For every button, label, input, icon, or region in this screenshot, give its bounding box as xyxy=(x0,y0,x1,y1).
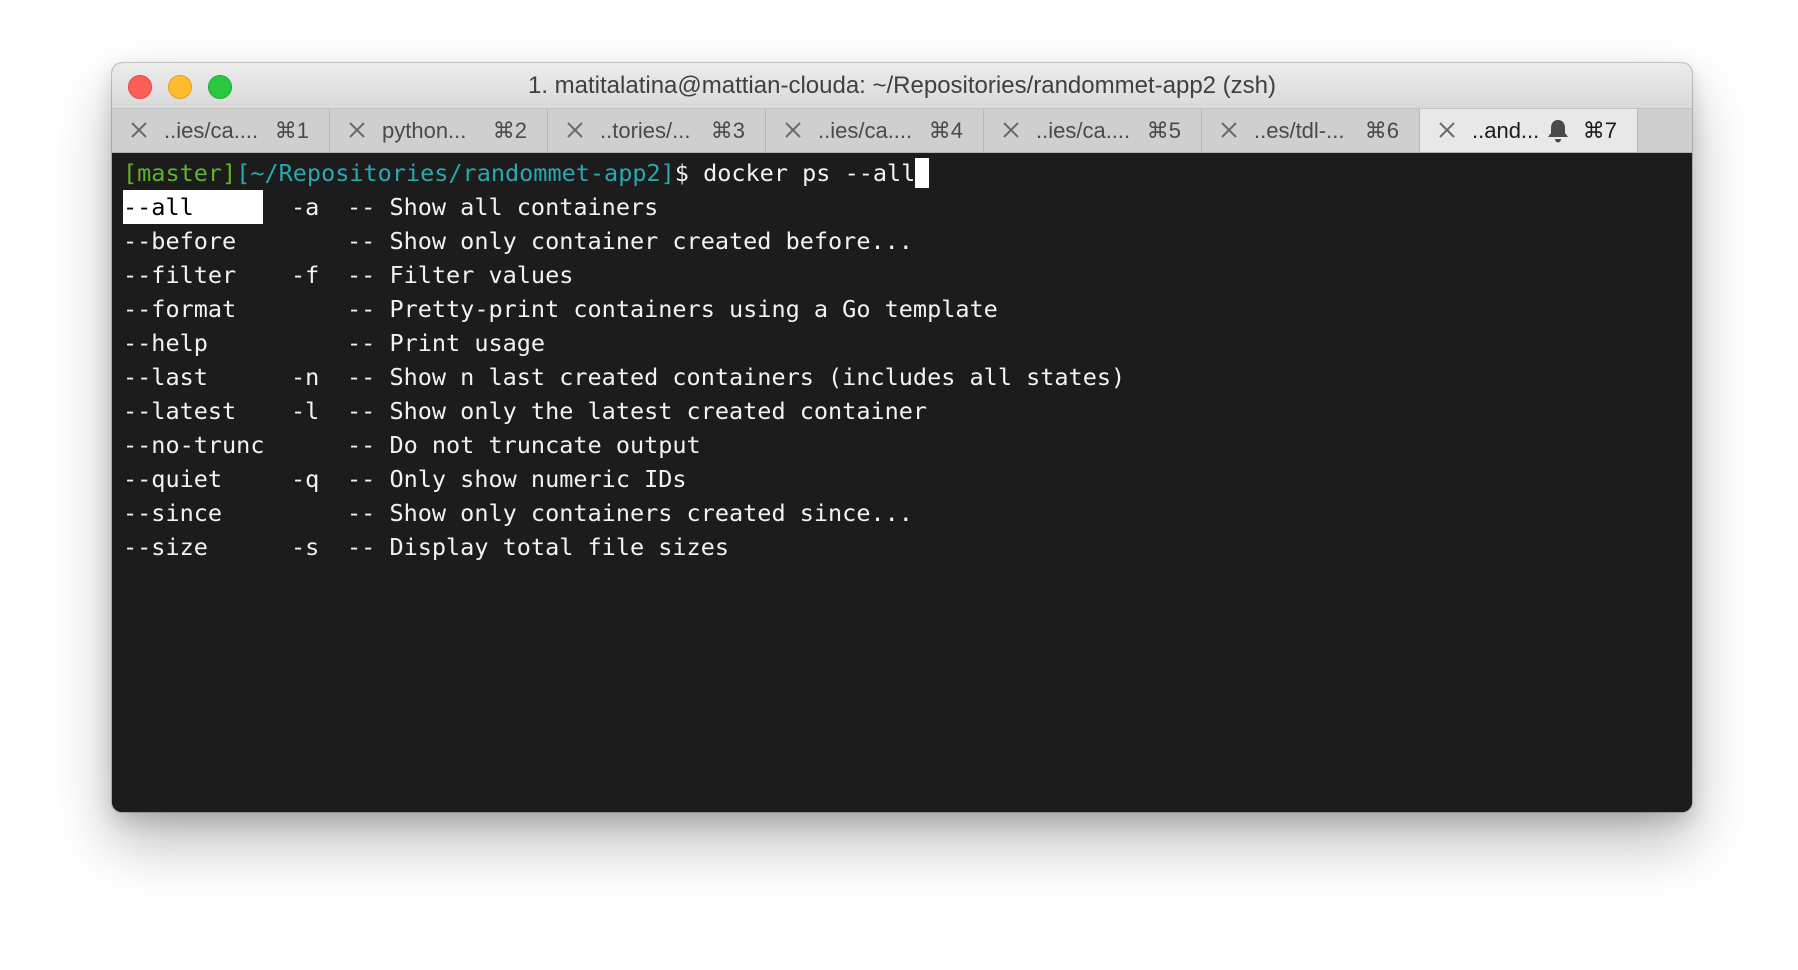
tab-label: ..ies/ca.... xyxy=(1036,118,1131,143)
tab-label: ..ies/ca.... xyxy=(818,118,913,143)
tab-shortcut: ⌘4 xyxy=(928,118,963,143)
completion-flag[interactable]: --format xyxy=(123,292,291,326)
close-tab-icon[interactable] xyxy=(1000,118,1022,142)
close-tab-icon[interactable] xyxy=(782,118,804,142)
window-title: 1. matitalatina@mattian-clouda: ~/Reposi… xyxy=(527,72,1277,99)
terminal-window: 1. matitalatina@mattian-clouda: ~/Reposi… xyxy=(112,63,1692,812)
close-tab-icon[interactable] xyxy=(564,118,586,142)
tab-label: ..ies/ca.... xyxy=(164,118,259,143)
completion-row[interactable]: --before -- Show only container created b… xyxy=(123,224,1692,258)
tab-shortcut: ⌘2 xyxy=(492,118,527,143)
completion-flag[interactable]: --no-trunc xyxy=(123,428,291,462)
completion-desc: -- Do not truncate output xyxy=(347,431,701,459)
completion-row[interactable]: --help -- Print usage xyxy=(123,326,1692,360)
completion-short: -s xyxy=(291,533,320,561)
completion-flag[interactable]: --latest xyxy=(123,394,291,428)
completion-desc: -- Show only the latest created containe… xyxy=(347,397,928,425)
completion-row[interactable]: --format -- Pretty-print containers using… xyxy=(123,292,1692,326)
completion-row[interactable]: --quiet -q -- Only show numeric IDs xyxy=(123,462,1692,496)
tab-1[interactable]: ..ies/ca.... ⌘1 xyxy=(112,109,330,152)
tab-label: ..tories/... xyxy=(600,118,691,143)
completion-flag[interactable]: --help xyxy=(123,326,291,360)
completion-desc: -- Filter values xyxy=(347,261,574,289)
completion-flag[interactable]: --last xyxy=(123,360,291,394)
close-tab-icon[interactable] xyxy=(128,118,150,142)
tab-shortcut: ⌘5 xyxy=(1146,118,1181,143)
completion-desc: -- Pretty-print containers using a Go te… xyxy=(347,295,998,323)
tab-shortcut: ⌘7 xyxy=(1582,118,1617,143)
completion-flag-selected[interactable]: --all xyxy=(123,190,263,224)
tab-label: ..and... xyxy=(1472,118,1540,143)
close-tab-icon[interactable] xyxy=(1436,118,1458,142)
completion-desc: -- Show all containers xyxy=(347,193,659,221)
completion-desc: -- Show n last created containers (inclu… xyxy=(347,363,1126,391)
text-cursor xyxy=(915,158,930,188)
tab-shortcut: ⌘6 xyxy=(1364,118,1399,143)
completion-row[interactable]: --latest -l -- Show only the latest create… xyxy=(123,394,1692,428)
completion-row[interactable]: --no-trunc -- Do not truncate output xyxy=(123,428,1692,462)
close-tab-icon[interactable] xyxy=(1218,118,1240,142)
tab-7[interactable]: ..and... ⌘7 xyxy=(1420,109,1638,152)
tab-2[interactable]: python... ⌘2 xyxy=(330,109,548,152)
completion-short: -l xyxy=(291,397,320,425)
completion-flag[interactable]: --before xyxy=(123,224,291,258)
completion-flag[interactable]: --filter xyxy=(123,258,291,292)
close-tab-icon[interactable] xyxy=(346,118,368,142)
completion-desc: -- Display total file sizes xyxy=(347,533,730,561)
completion-desc: -- Only show numeric IDs xyxy=(347,465,687,493)
prompt-symbol: $ xyxy=(674,159,704,187)
completion-row[interactable]: --filter -f -- Filter values xyxy=(123,258,1692,292)
bell-icon xyxy=(1546,118,1570,144)
completion-short: -n xyxy=(291,363,320,391)
tab-4[interactable]: ..ies/ca.... ⌘4 xyxy=(766,109,984,152)
completion-desc: -- Show only container created before... xyxy=(347,227,913,255)
tab-shortcut: ⌘3 xyxy=(710,118,745,143)
completion-short: -q xyxy=(291,465,320,493)
completion-row[interactable]: --all -a -- Show all containers xyxy=(123,190,1692,224)
completion-flag[interactable]: --since xyxy=(123,496,291,530)
completion-desc: -- Show only containers created since... xyxy=(347,499,913,527)
command-input[interactable]: docker ps --all xyxy=(703,159,915,187)
tab-shortcut: ⌘1 xyxy=(274,118,309,143)
completion-row[interactable]: --since -- Show only containers created s… xyxy=(123,496,1692,530)
title-bar[interactable]: 1. matitalatina@mattian-clouda: ~/Reposi… xyxy=(112,63,1692,109)
tab-6[interactable]: ..es/tdl-... ⌘6 xyxy=(1202,109,1420,152)
tab-label: ..es/tdl-... xyxy=(1254,118,1345,143)
prompt-branch: [master] xyxy=(123,159,237,187)
completion-short: -a xyxy=(291,193,320,221)
completion-short: -f xyxy=(291,261,320,289)
prompt-path: [~/Repositories/randommet-app2] xyxy=(236,159,675,187)
completion-flag[interactable]: --quiet xyxy=(123,462,291,496)
tab-bar: ..ies/ca.... ⌘1 python... ⌘2 ..tories/..… xyxy=(112,109,1692,153)
tab-label: python... xyxy=(382,118,467,143)
terminal-output[interactable]: [master][~/Repositories/randommet-app2]$… xyxy=(112,153,1692,812)
tab-3[interactable]: ..tories/... ⌘3 xyxy=(548,109,766,152)
tab-5[interactable]: ..ies/ca.... ⌘5 xyxy=(984,109,1202,152)
completion-desc: -- Print usage xyxy=(347,329,546,357)
prompt-line: [master][~/Repositories/randommet-app2]$… xyxy=(123,156,1692,190)
completion-row[interactable]: --last -n -- Show n last created container… xyxy=(123,360,1692,394)
completion-row[interactable]: --size -s -- Display total file sizes xyxy=(123,530,1692,564)
completion-flag[interactable]: --size xyxy=(123,530,291,564)
